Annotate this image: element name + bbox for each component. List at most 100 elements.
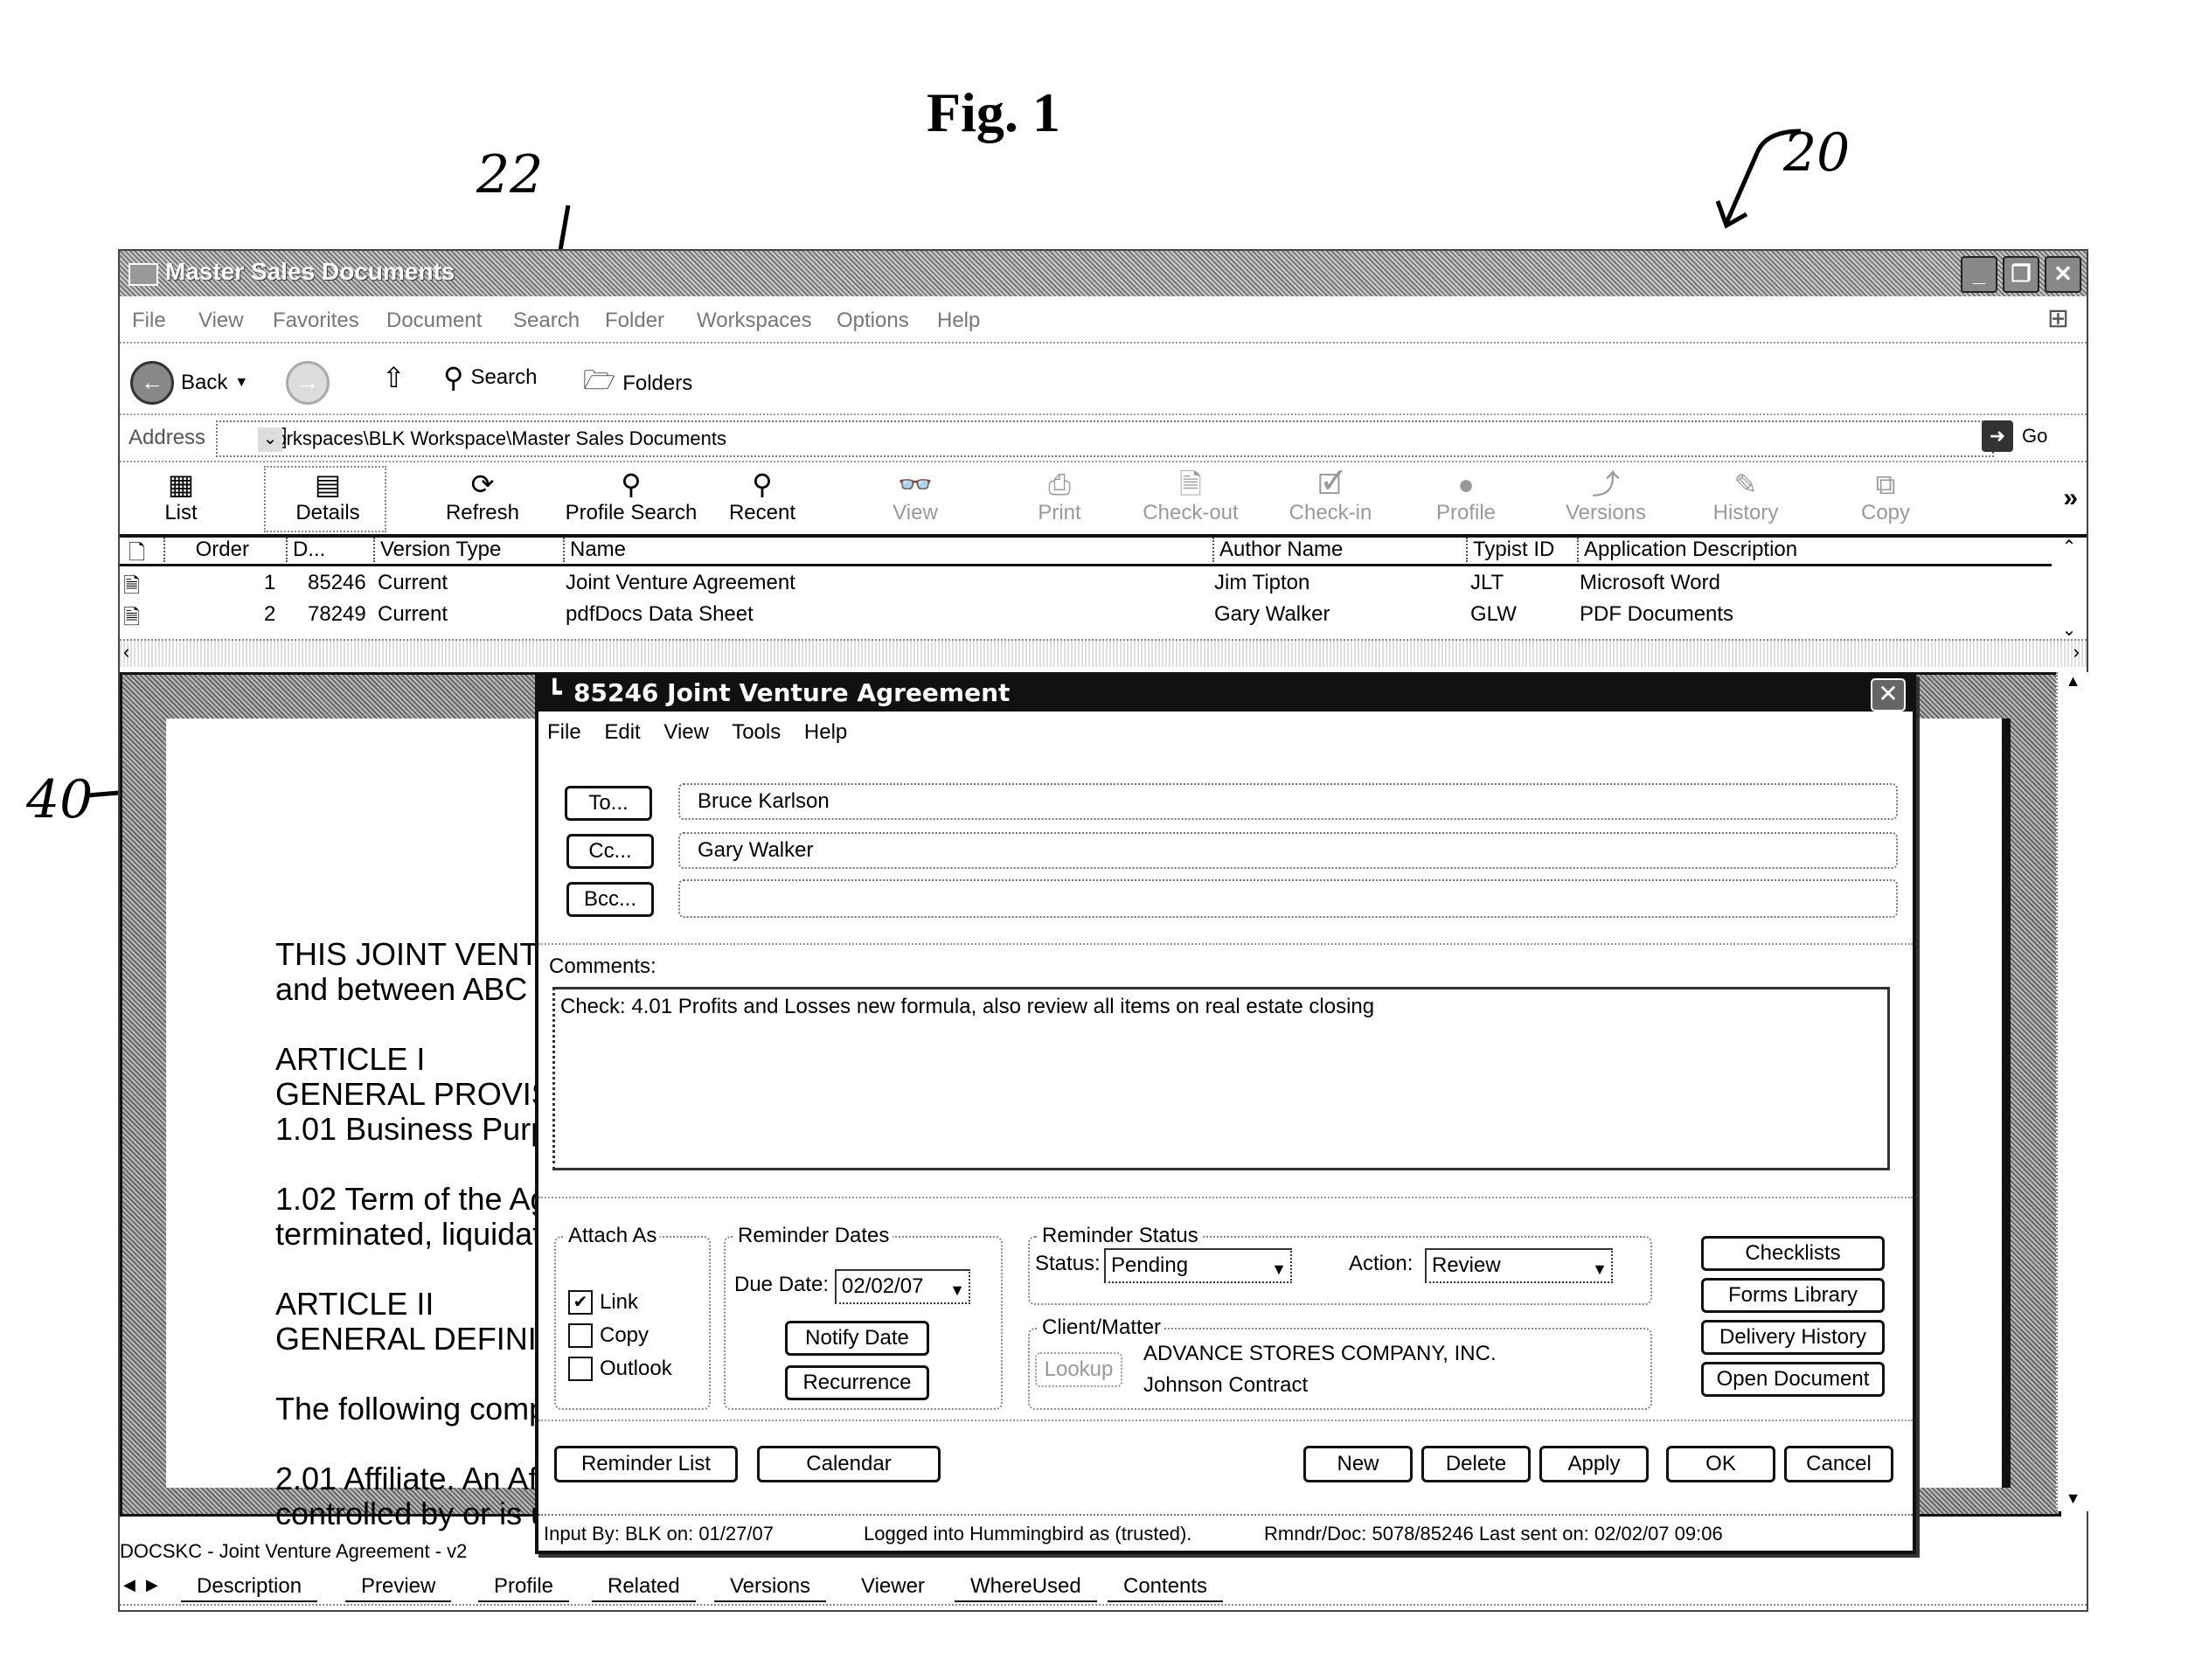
toolbar-view-button[interactable]: 👓 View [854,468,976,525]
forms-library-button[interactable]: Forms Library [1701,1278,1885,1313]
cc-button[interactable]: Cc... [566,834,654,869]
attach-link-checkbox[interactable]: ✔ Link [568,1290,638,1315]
menu-options[interactable]: Options [837,309,909,333]
reminder-list-button[interactable]: Reminder List [554,1446,738,1482]
preview-vertical-scrollbar[interactable]: ▲ ▼ [2056,672,2088,1511]
dialog-menu-view[interactable]: View [663,720,709,744]
apply-button[interactable]: Apply [1539,1446,1649,1482]
column-name[interactable]: Name [563,538,626,562]
toolbar-versions-button[interactable]: ⤴ Versions [1545,468,1667,525]
toolbar-refresh-button[interactable]: ⟳ Refresh [421,468,544,525]
up-folder-button[interactable]: ⇧ [382,361,406,394]
lookup-button[interactable]: Lookup [1035,1352,1122,1387]
table-row[interactable]: 🗎 1 85246 Current Joint Venture Agreemen… [120,567,2052,599]
tab-preview[interactable]: Preview [345,1572,452,1602]
folders-button[interactable]: 🗁 Folders [583,361,692,406]
tab-scroll-left-icon[interactable]: ◀ [123,1576,135,1594]
column-typist-id[interactable]: Typist ID [1466,538,1554,562]
cancel-button[interactable]: Cancel [1784,1446,1893,1482]
go-button[interactable]: ➜ Go [1982,420,2047,452]
toolbar-recent-button[interactable]: ⚲ Recent [701,468,823,525]
toolbar-details-button[interactable]: ▤ Details [264,466,386,532]
menu-favorites[interactable]: Favorites [273,309,359,333]
forward-button[interactable]: → [286,361,330,405]
menu-folder[interactable]: Folder [605,309,664,333]
menu-view[interactable]: View [198,309,244,333]
search-button[interactable]: ⚲ Search [443,361,537,394]
tab-versions[interactable]: Versions [714,1572,827,1602]
dialog-menu-edit[interactable]: Edit [604,720,640,744]
scroll-up-icon[interactable]: ⌃ [2055,536,2083,558]
action-select[interactable]: Review ▼ [1425,1248,1613,1283]
dialog-menu-file[interactable]: File [547,720,581,744]
status-reminder-doc: Rmndr/Doc: 5078/85246 Last sent on: 02/0… [1264,1523,1723,1545]
scroll-up-icon[interactable]: ▲ [2058,672,2088,691]
toolbar-history-button[interactable]: ✎ History [1684,468,1807,525]
close-button[interactable]: ✕ [2045,256,2081,293]
toolbar-copy-button[interactable]: ⧉ Copy [1824,468,1947,525]
ok-button[interactable]: OK [1666,1446,1775,1482]
menu-workspaces[interactable]: Workspaces [697,309,812,333]
scroll-left-icon[interactable]: ‹ [123,641,129,663]
toolbar-check-out-button[interactable]: 🗎 Check-out [1129,468,1252,525]
to-button[interactable]: To... [565,786,652,821]
back-dropdown-icon[interactable]: ▼ [234,375,248,391]
recurrence-button[interactable]: Recurrence [785,1365,929,1400]
column-version-type[interactable]: Version Type [373,538,501,562]
matter-name: Johnson Contract [1143,1373,1309,1397]
bcc-field[interactable] [678,879,1898,918]
tab-description[interactable]: Description [181,1572,318,1602]
tab-profile[interactable]: Profile [478,1572,570,1602]
dialog-menu-help[interactable]: Help [804,720,847,744]
back-button[interactable]: ← Back ▼ [130,361,248,405]
due-date-picker[interactable]: 02/02/07 ▼ [835,1269,970,1304]
list-horizontal-scrollbar[interactable]: ‹ › [120,639,2087,667]
comments-textarea[interactable]: Check: 4.01 Profits and Losses new formu… [552,987,1890,1170]
back-arrow-icon: ← [130,361,174,405]
address-dropdown-icon[interactable]: ⌄ [258,427,282,452]
tab-contents[interactable]: Contents [1108,1572,1224,1602]
column-application-description[interactable]: Application Description [1577,538,1797,562]
list-vertical-scrollbar[interactable]: ⌃ ⌄ [2055,536,2083,641]
toolbar-overflow-button[interactable]: » [2063,483,2078,513]
notify-date-button[interactable]: Notify Date [785,1321,929,1356]
column-order[interactable]: Order [163,538,249,562]
new-button[interactable]: New [1303,1446,1413,1482]
checklists-button[interactable]: Checklists [1701,1236,1885,1271]
tab-whereused[interactable]: WhereUsed [955,1572,1097,1602]
to-field[interactable]: Bruce Karlson [678,783,1898,820]
delete-button[interactable]: Delete [1421,1446,1531,1482]
column-doc-number[interactable]: D... [286,538,325,562]
toolbar-print-button[interactable]: ⎙ Print [998,468,1121,525]
scroll-down-icon[interactable]: ▼ [2058,1489,2088,1508]
tab-viewer[interactable]: Viewer [845,1572,941,1600]
tab-scroll-right-icon[interactable]: ▶ [146,1576,158,1594]
menu-search[interactable]: Search [513,309,580,333]
tab-related[interactable]: Related [592,1572,696,1602]
menu-help[interactable]: Help [937,309,980,333]
address-input[interactable]: Workspaces\BLK Workspace\Master Sales Do… [216,420,1994,457]
attach-outlook-checkbox[interactable]: Outlook [568,1357,672,1381]
menu-file[interactable]: File [132,309,166,333]
calendar-button[interactable]: Calendar [757,1446,941,1482]
status-select[interactable]: Pending ▼ [1104,1248,1292,1283]
open-document-button[interactable]: Open Document [1701,1362,1885,1397]
toolbar-profile-button[interactable]: ● Profile [1405,468,1527,525]
scroll-down-icon[interactable]: ⌄ [2055,619,2083,641]
column-author-name[interactable]: Author Name [1212,538,1343,562]
scroll-right-icon[interactable]: › [2073,641,2080,663]
bcc-button[interactable]: Bcc... [566,882,654,917]
table-row[interactable]: 🗎 2 78249 Current pdfDocs Data Sheet Gar… [120,599,2052,630]
restore-button[interactable]: ❐ [2003,256,2039,293]
toolbar-profile-search-button[interactable]: ⚲ Profile Search [561,468,701,525]
dialog-menu-tools[interactable]: Tools [732,720,781,744]
dialog-close-button[interactable]: ✕ [1871,678,1906,712]
attach-copy-checkbox[interactable]: Copy [568,1323,649,1348]
menu-document[interactable]: Document [386,309,482,333]
minimize-button[interactable]: _ [1961,256,1997,293]
delivery-history-button[interactable]: Delivery History [1701,1320,1885,1355]
cc-field[interactable]: Gary Walker [678,832,1898,869]
toolbar-check-in-button[interactable]: 🗹 Check-in [1269,468,1392,525]
toolbar-list-button[interactable]: ▦ List [120,468,242,525]
status-input-by: Input By: BLK on: 01/27/07 [544,1523,774,1545]
